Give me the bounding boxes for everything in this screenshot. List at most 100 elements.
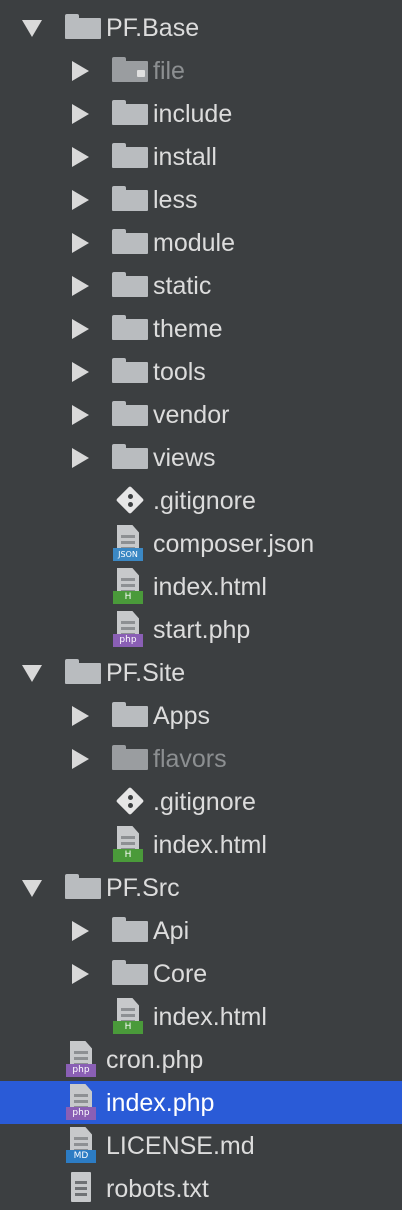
tree-node-module[interactable]: module	[0, 221, 402, 264]
collapse-arrow-right-icon[interactable]	[72, 362, 89, 382]
tree-node-index-html[interactable]: H index.html	[0, 995, 402, 1038]
json-file-icon: JSON	[113, 525, 143, 561]
collapse-arrow-right-icon[interactable]	[72, 921, 89, 941]
html-file-icon: H	[113, 568, 143, 604]
tree-node-apps[interactable]: Apps	[0, 694, 402, 737]
git-icon	[115, 786, 145, 816]
md-file-icon: MD	[66, 1127, 96, 1163]
file-label: cron.php	[106, 1046, 204, 1074]
tree-node-index-php[interactable]: php index.php	[0, 1081, 402, 1124]
folder-label: PF.Site	[106, 659, 186, 687]
tree-node-pf-base[interactable]: PF.Base	[0, 6, 402, 49]
tree-node-views[interactable]: views	[0, 436, 402, 479]
tree-node-gitignore[interactable]: .gitignore	[0, 479, 402, 522]
tree-node-pf-site[interactable]: PF.Site	[0, 651, 402, 694]
tree-node-robots-txt[interactable]: robots.txt	[0, 1167, 402, 1210]
folder-icon	[112, 315, 148, 341]
file-label: LICENSE.md	[106, 1132, 255, 1160]
collapse-arrow-right-icon[interactable]	[72, 233, 89, 253]
folder-icon	[65, 14, 101, 40]
file-label: composer.json	[153, 530, 315, 558]
expand-arrow-down-icon[interactable]	[22, 880, 42, 897]
folder-icon	[112, 702, 148, 728]
collapse-arrow-right-icon[interactable]	[72, 276, 89, 296]
tree-node-install[interactable]: install	[0, 135, 402, 178]
tree-node-composer-json[interactable]: JSON composer.json	[0, 522, 402, 565]
folder-icon	[112, 186, 148, 212]
collapse-arrow-right-icon[interactable]	[72, 147, 89, 167]
folder-icon	[65, 874, 101, 900]
collapse-arrow-right-icon[interactable]	[72, 749, 89, 769]
file-label: .gitignore	[153, 788, 256, 816]
tree-node-pf-src[interactable]: PF.Src	[0, 866, 402, 909]
folder-icon	[112, 960, 148, 986]
tree-node-index-html[interactable]: H index.html	[0, 823, 402, 866]
folder-icon	[112, 444, 148, 470]
tree-node-index-html[interactable]: H index.html	[0, 565, 402, 608]
collapse-arrow-right-icon[interactable]	[72, 405, 89, 425]
file-label: robots.txt	[106, 1175, 209, 1203]
tree-node-license-md[interactable]: MD LICENSE.md	[0, 1124, 402, 1167]
tree-node-core[interactable]: Core	[0, 952, 402, 995]
expand-arrow-down-icon[interactable]	[22, 665, 42, 682]
folder-label: flavors	[153, 745, 227, 773]
collapse-arrow-right-icon[interactable]	[72, 448, 89, 468]
collapse-arrow-right-icon[interactable]	[72, 104, 89, 124]
folder-icon	[112, 917, 148, 943]
folder-label: less	[153, 186, 198, 214]
expand-arrow-down-icon[interactable]	[22, 20, 42, 37]
html-file-icon: H	[113, 826, 143, 862]
collapse-arrow-right-icon[interactable]	[72, 706, 89, 726]
collapse-arrow-right-icon[interactable]	[72, 61, 89, 81]
file-label: index.html	[153, 1003, 267, 1031]
html-file-icon: H	[113, 998, 143, 1034]
project-tree: PF.Base file include install less module…	[0, 0, 402, 1203]
tree-node-less[interactable]: less	[0, 178, 402, 221]
tree-node-flavors[interactable]: flavors	[0, 737, 402, 780]
file-label: .gitignore	[153, 487, 256, 515]
folder-icon	[65, 659, 101, 685]
tree-node-cron-php[interactable]: php cron.php	[0, 1038, 402, 1081]
tree-node-theme[interactable]: theme	[0, 307, 402, 350]
tree-node-tools[interactable]: tools	[0, 350, 402, 393]
file-label: index.html	[153, 831, 267, 859]
folder-icon	[112, 143, 148, 169]
folder-label: Core	[153, 960, 208, 988]
folder-label: PF.Src	[106, 874, 180, 902]
php-file-icon: php	[113, 611, 143, 647]
git-icon	[115, 485, 145, 515]
collapse-arrow-right-icon[interactable]	[72, 190, 89, 210]
folder-label: vendor	[153, 401, 230, 429]
tree-node-start-php[interactable]: php start.php	[0, 608, 402, 651]
folder-icon	[112, 401, 148, 427]
folder-label: PF.Base	[106, 14, 200, 42]
folder-icon	[112, 272, 148, 298]
collapse-arrow-right-icon[interactable]	[72, 964, 89, 984]
php-file-icon: php	[66, 1041, 96, 1077]
tree-node-include[interactable]: include	[0, 92, 402, 135]
file-label: start.php	[153, 616, 251, 644]
tree-node-file[interactable]: file	[0, 49, 402, 92]
folder-icon	[112, 229, 148, 255]
tree-node-api[interactable]: Api	[0, 909, 402, 952]
file-label: index.php	[106, 1089, 215, 1117]
tree-node-gitignore[interactable]: .gitignore	[0, 780, 402, 823]
folder-label: module	[153, 229, 235, 257]
file-label: index.html	[153, 573, 267, 601]
folder-label: theme	[153, 315, 223, 343]
locked-folder-icon	[112, 57, 148, 83]
text-file-icon	[69, 1172, 93, 1204]
folder-icon	[112, 358, 148, 384]
folder-label: file	[153, 57, 185, 85]
tree-node-vendor[interactable]: vendor	[0, 393, 402, 436]
folder-icon	[112, 100, 148, 126]
folder-label: tools	[153, 358, 206, 386]
collapse-arrow-right-icon[interactable]	[72, 319, 89, 339]
php-file-icon: php	[66, 1084, 96, 1120]
folder-label: Apps	[153, 702, 210, 730]
tree-node-static[interactable]: static	[0, 264, 402, 307]
folder-label: install	[153, 143, 217, 171]
folder-icon	[112, 745, 148, 771]
folder-label: static	[153, 272, 212, 300]
folder-label: Api	[153, 917, 190, 945]
